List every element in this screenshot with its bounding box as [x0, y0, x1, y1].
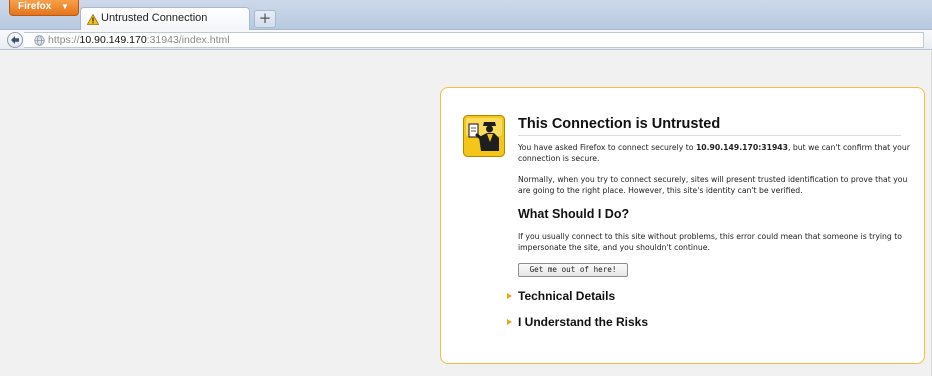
url-path: :31943/index.html [146, 34, 230, 46]
expand-arrow-icon [507, 293, 512, 299]
p1-text-before: You have asked Firefox to connect secure… [518, 143, 696, 152]
page-title: This Connection is Untrusted [518, 116, 721, 132]
firefox-menu-button[interactable]: Firefox ▼ [9, 0, 79, 16]
section-heading: What Should I Do? [518, 207, 630, 221]
page-content: This Connection is Untrusted You have as… [0, 51, 932, 376]
tab-title: Untrusted Connection [101, 12, 208, 24]
url-host: 10.90.149.170 [79, 34, 147, 46]
navigation-bar: https://10.90.149.170:31943/index.html [0, 30, 932, 50]
warning-icon [87, 14, 99, 25]
title-divider [518, 135, 901, 136]
expander-label: I Understand the Risks [518, 315, 649, 329]
url-text: https://10.90.149.170:31943/index.html [48, 34, 230, 46]
target-host: 10.90.149.170:31943 [695, 143, 789, 152]
url-scheme: https:// [48, 34, 80, 46]
explanation-paragraph: You have asked Firefox to connect secure… [518, 142, 918, 164]
error-box: This Connection is Untrusted You have as… [440, 87, 925, 364]
globe-icon [34, 35, 45, 46]
expander-label: Technical Details [518, 289, 616, 303]
back-button[interactable] [7, 32, 23, 48]
new-tab-button[interactable]: + [254, 10, 276, 28]
tab-untrusted-connection[interactable]: Untrusted Connection [80, 7, 250, 31]
url-bar[interactable]: https://10.90.149.170:31943/index.html [24, 32, 924, 48]
get-me-out-button[interactable]: Get me out of here! [518, 263, 628, 277]
tab-strip: Firefox ▼ Untrusted Connection + [0, 0, 932, 31]
cert-officer-icon [463, 115, 505, 157]
back-arrow-icon [11, 36, 19, 44]
identity-paragraph: Normally, when you try to connect secure… [518, 175, 908, 195]
firefox-menu-label: Firefox [18, 1, 52, 12]
expand-arrow-icon [507, 319, 512, 325]
chevron-down-icon: ▼ [61, 2, 69, 11]
advice-paragraph: If you usually connect to this site with… [518, 232, 902, 252]
